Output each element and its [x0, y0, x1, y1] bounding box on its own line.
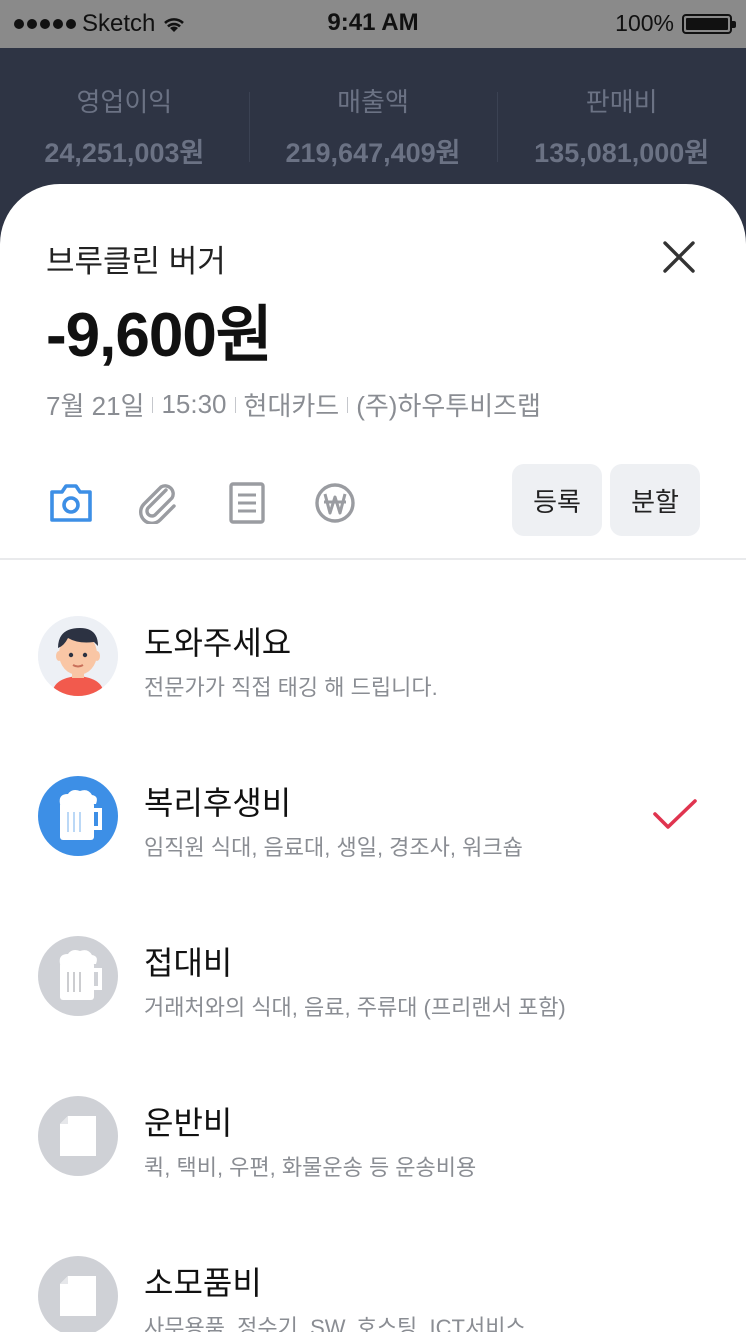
category-item-help[interactable]: 도와주세요 전문가가 직접 태깅 해 드립니다.: [0, 560, 746, 720]
category-desc: 전문가가 직접 태깅 해 드립니다.: [144, 675, 438, 700]
paperclip-icon[interactable]: [136, 482, 182, 524]
battery-icon: [682, 13, 736, 34]
transaction-sheet: 브루클린 버거 -9,600원 7월 21일 15:30 현대카드 (주)하우투…: [0, 184, 746, 1332]
category-title: 도와주세요: [144, 625, 292, 661]
split-button[interactable]: 분할: [610, 464, 700, 536]
category-title: 복리후생비: [144, 785, 292, 821]
stat-value: 24,251,003원: [44, 138, 205, 168]
document-icon[interactable]: [224, 482, 270, 524]
person-icon: [38, 616, 118, 696]
category-desc: 사무용품, 정수기, SW, 호스팅, ICT서비스: [144, 1315, 526, 1332]
category-desc: 거래처와의 식대, 음료, 주류대 (프리랜서 포함): [144, 995, 566, 1020]
stat-value: 135,081,000원: [534, 138, 710, 168]
won-icon[interactable]: [312, 482, 358, 524]
transaction-card: 현대카드: [243, 391, 340, 421]
checkmark-icon: [653, 799, 697, 829]
stat-revenue: 매출액 219,647,409원: [248, 48, 498, 198]
summary-stats: 영업이익 24,251,003원 매출액 219,647,409원 판매비 13…: [0, 48, 746, 198]
stat-value: 219,647,409원: [285, 138, 461, 168]
category-item-welfare[interactable]: 복리후생비 임직원 식대, 음료대, 생일, 경조사, 워크숍: [0, 720, 746, 880]
merchant-name: 브루클린 버거: [46, 244, 226, 279]
meta-divider: [234, 396, 236, 413]
transaction-amount: -9,600원: [46, 301, 273, 370]
beer-icon: [38, 936, 118, 1016]
meta-divider: [347, 396, 349, 413]
beer-icon: [38, 776, 118, 856]
stat-label: 판매비: [585, 87, 658, 117]
paper-icon: [38, 1256, 118, 1332]
category-desc: 임직원 식대, 음료대, 생일, 경조사, 워크숍: [144, 835, 523, 860]
meta-divider: [152, 396, 154, 413]
transaction-time: 15:30: [161, 389, 227, 419]
person-avatar: [38, 616, 118, 696]
stat-operating-profit: 영업이익 24,251,003원: [0, 48, 249, 198]
camera-icon[interactable]: [48, 482, 94, 524]
category-title: 접대비: [144, 945, 233, 981]
category-item-entertainment[interactable]: 접대비 거래처와의 식대, 음료, 주류대 (프리랜서 포함): [0, 880, 746, 1040]
stat-label: 매출액: [337, 87, 409, 117]
status-bar: Sketch 9:41 AM 100%: [0, 0, 746, 48]
close-icon[interactable]: [662, 240, 696, 274]
category-item-shipping[interactable]: 운반비 퀵, 택비, 우편, 화물운송 등 운송비용: [0, 1040, 746, 1200]
action-toolbar: 등록 분할: [46, 464, 700, 536]
stat-label: 영업이익: [76, 87, 173, 117]
transaction-date: 7월 21일: [46, 391, 145, 421]
register-button[interactable]: 등록: [512, 464, 602, 536]
transaction-meta: 7월 21일 15:30 현대카드 (주)하우투비즈랩: [46, 386, 541, 423]
category-item-supplies[interactable]: 소모품비 사무용품, 정수기, SW, 호스팅, ICT서비스: [0, 1200, 746, 1332]
paper-icon: [38, 1096, 118, 1176]
battery-percent: 100%: [615, 10, 674, 36]
stat-selling-expense: 판매비 135,081,000원: [497, 48, 746, 198]
status-right: 100%: [615, 10, 736, 37]
category-title: 운반비: [144, 1105, 233, 1141]
category-title: 소모품비: [144, 1265, 262, 1301]
category-desc: 퀵, 택비, 우편, 화물운송 등 운송비용: [144, 1155, 477, 1180]
transaction-company: (주)하우투비즈랩: [356, 391, 541, 421]
